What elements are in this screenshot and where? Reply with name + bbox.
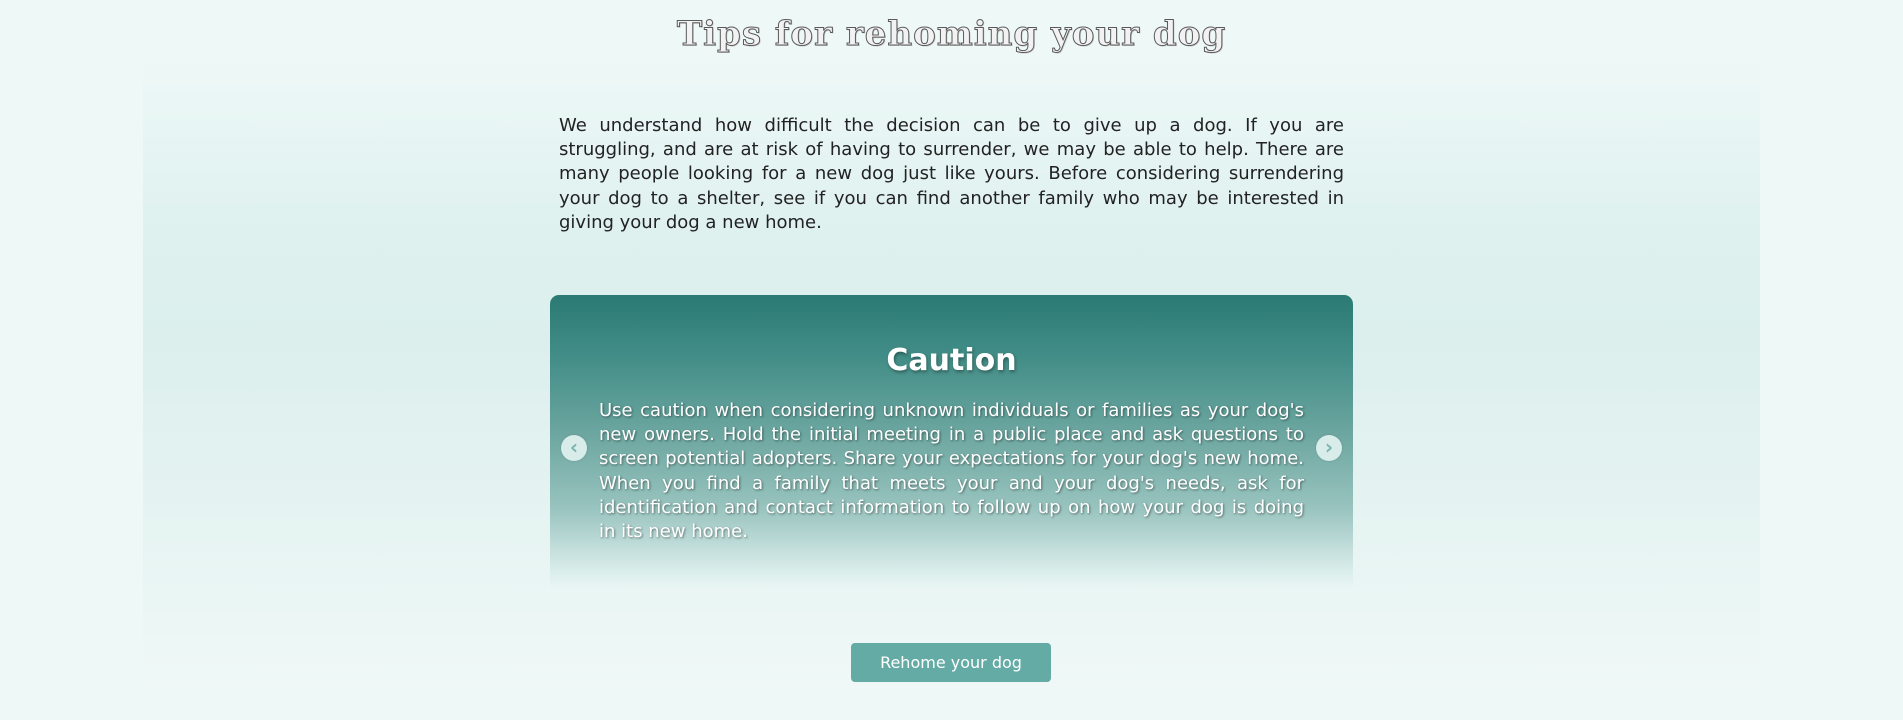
- chevron-left-icon[interactable]: ‹: [561, 435, 587, 461]
- rehome-dog-button[interactable]: Rehome your dog: [851, 643, 1051, 682]
- chevron-right-icon[interactable]: ›: [1316, 435, 1342, 461]
- tips-carousel: Caution Use caution when considering unk…: [550, 295, 1353, 590]
- slide-title: Caution: [886, 343, 1017, 378]
- slide-text: Use caution when considering unknown ind…: [599, 400, 1304, 543]
- intro-paragraph: We understand how difficult the decision…: [559, 115, 1344, 233]
- page: Tips for rehoming your dog We understand…: [0, 0, 1903, 720]
- page-title: Tips for rehoming your dog: [676, 14, 1227, 55]
